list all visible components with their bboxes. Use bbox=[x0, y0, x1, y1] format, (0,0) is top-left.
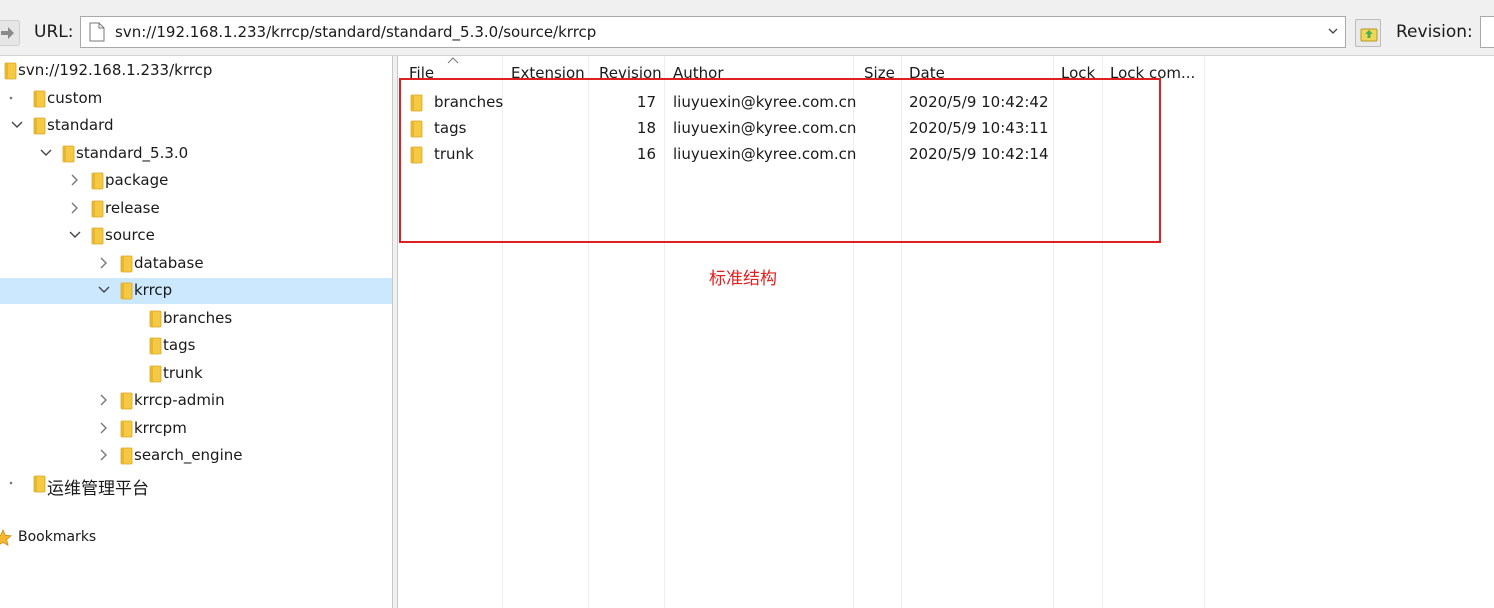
chevron-right-icon[interactable] bbox=[96, 255, 112, 271]
tree-item[interactable]: search_engine bbox=[0, 443, 392, 469]
revision-label: Revision: bbox=[1396, 22, 1473, 42]
revision-input[interactable] bbox=[1480, 16, 1494, 48]
tree-item-label: source bbox=[105, 226, 155, 244]
tree-item[interactable]: krrcpm bbox=[0, 416, 392, 442]
tree-item-label: krrcp-admin bbox=[134, 391, 225, 409]
chevron-down-icon[interactable] bbox=[1327, 25, 1339, 37]
tree-item[interactable]: source bbox=[0, 223, 392, 249]
tree-item-label: trunk bbox=[163, 364, 203, 382]
tree-item-label: package bbox=[105, 171, 169, 189]
tree-item[interactable]: standard bbox=[0, 113, 392, 139]
tree-item[interactable]: database bbox=[0, 251, 392, 277]
tree-item[interactable]: package bbox=[0, 168, 392, 194]
tree-item-label: branches bbox=[163, 309, 233, 327]
tree-item-label: standard_5.3.0 bbox=[76, 144, 189, 162]
tree-item-label: krrcpm bbox=[134, 419, 187, 437]
bookmarks-label: Bookmarks bbox=[18, 529, 97, 545]
tree-item-label: krrcp bbox=[134, 281, 173, 299]
expander-dot-icon[interactable] bbox=[9, 475, 25, 491]
chevron-down-icon[interactable] bbox=[96, 282, 112, 298]
go-button[interactable] bbox=[1355, 19, 1381, 47]
address-toolbar: URL: svn://192.168.1.233/krrcp/standard/… bbox=[0, 0, 1494, 56]
chevron-down-icon[interactable] bbox=[9, 117, 25, 133]
column-divider bbox=[1204, 56, 1205, 608]
bookmarks-node[interactable]: Bookmarks bbox=[0, 526, 392, 552]
tree-item-label: database bbox=[134, 254, 204, 272]
arrow-right-icon bbox=[1, 27, 14, 39]
tree-item[interactable]: tags bbox=[0, 333, 392, 359]
tree-item-label: tags bbox=[163, 336, 196, 354]
tree-item[interactable]: svn://192.168.1.233/krrcp bbox=[0, 58, 392, 84]
tree-item[interactable]: 运维管理平台 bbox=[0, 471, 392, 499]
repository-tree: svn://192.168.1.233/krrcp custom standard s… bbox=[0, 56, 392, 608]
sort-ascending-icon bbox=[447, 57, 459, 64]
tree-item-label: standard bbox=[47, 116, 114, 134]
chevron-right-icon[interactable] bbox=[96, 420, 112, 436]
tree-item-label: release bbox=[105, 199, 160, 217]
tree-item[interactable]: release bbox=[0, 196, 392, 222]
url-input[interactable]: svn://192.168.1.233/krrcp/standard/stand… bbox=[80, 16, 1346, 48]
tree-item[interactable]: krrcp bbox=[0, 278, 392, 304]
chevron-right-icon[interactable] bbox=[67, 200, 83, 216]
chevron-right-icon[interactable] bbox=[67, 172, 83, 188]
chevron-right-icon[interactable] bbox=[96, 392, 112, 408]
tree-item[interactable]: custom bbox=[0, 86, 392, 112]
expander-dot-icon[interactable] bbox=[9, 90, 25, 106]
tree-item[interactable]: trunk bbox=[0, 361, 392, 387]
url-value: svn://192.168.1.233/krrcp/standard/stand… bbox=[115, 23, 597, 41]
chevron-down-icon[interactable] bbox=[38, 145, 54, 161]
tree-item[interactable]: branches bbox=[0, 306, 392, 332]
annotation-highlight-box bbox=[399, 78, 1161, 243]
folder-up-icon bbox=[1360, 28, 1378, 42]
tree-item-label: svn://192.168.1.233/krrcp bbox=[18, 61, 213, 79]
tree-item[interactable]: standard_5.3.0 bbox=[0, 141, 392, 167]
tree-item[interactable]: krrcp-admin bbox=[0, 388, 392, 414]
tree-item-label: 运维管理平台 bbox=[47, 479, 149, 499]
annotation-label: 标准结构 bbox=[709, 269, 777, 289]
tree-item-label: search_engine bbox=[134, 446, 243, 464]
back-button[interactable] bbox=[0, 20, 20, 46]
chevron-right-icon[interactable] bbox=[96, 447, 112, 463]
document-icon bbox=[89, 22, 105, 42]
url-label: URL: bbox=[34, 22, 74, 42]
star-icon bbox=[0, 528, 12, 547]
chevron-down-icon[interactable] bbox=[67, 227, 83, 243]
tree-item-label: custom bbox=[47, 89, 103, 107]
